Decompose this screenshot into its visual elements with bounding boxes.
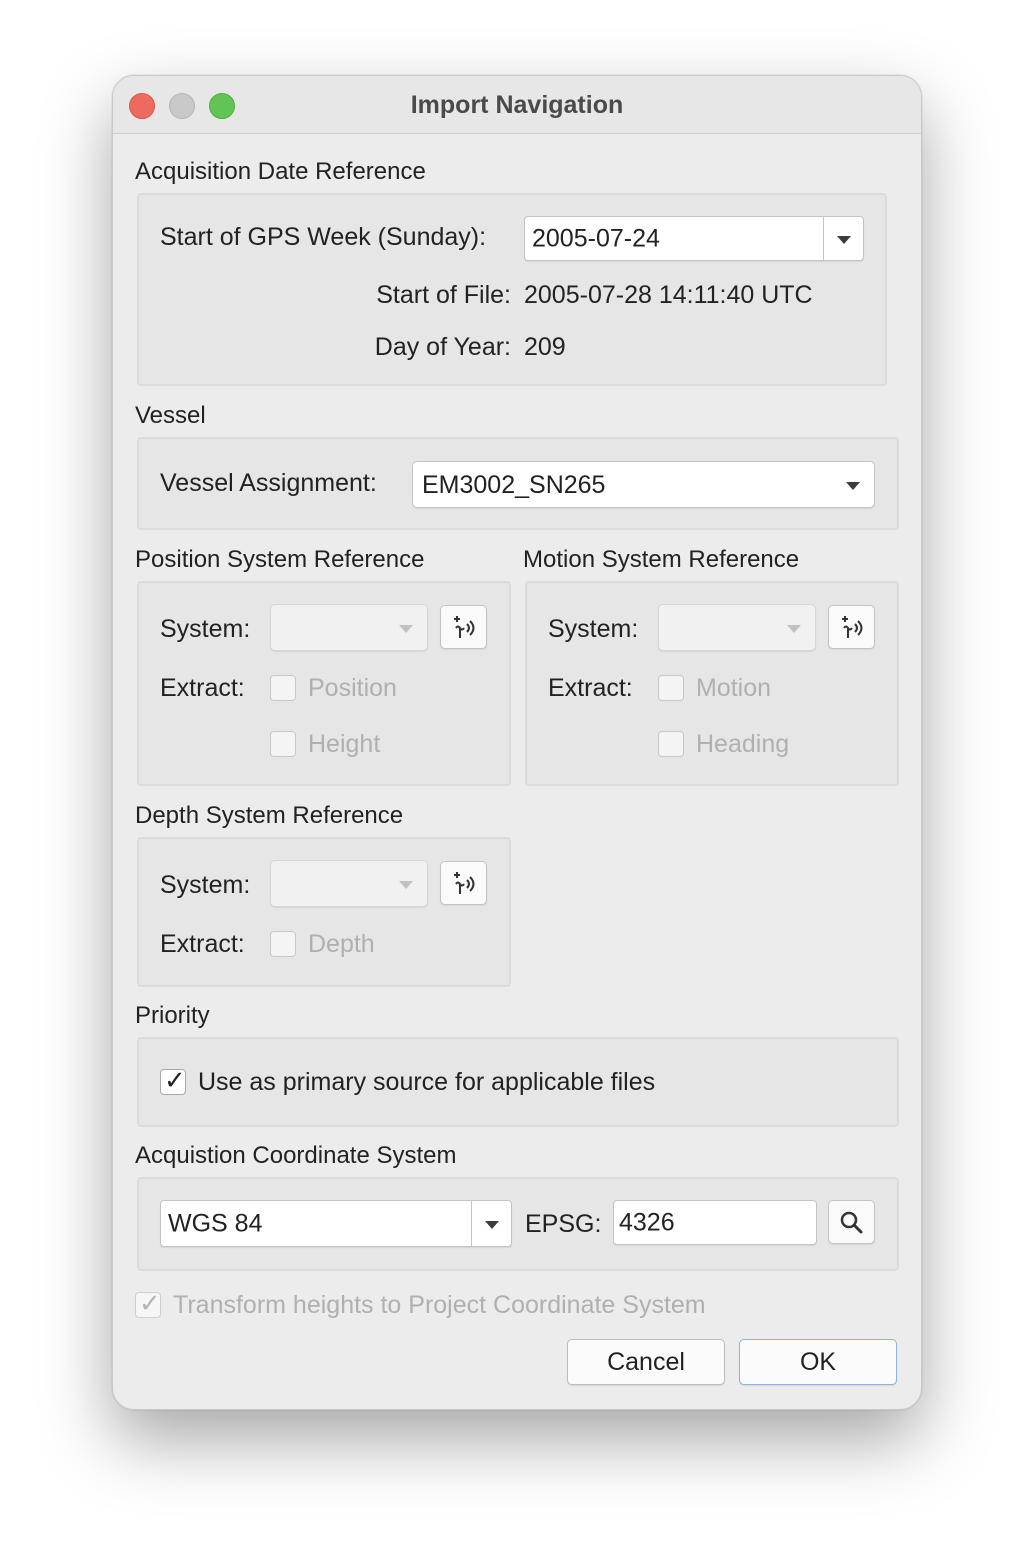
position-ref-title: Position System Reference (135, 546, 425, 573)
ok-button[interactable]: OK (739, 1339, 897, 1385)
position-checkbox[interactable] (270, 675, 296, 701)
motion-sensor-button[interactable] (828, 605, 875, 649)
transform-heights-label: Transform heights to Project Coordinate … (173, 1291, 706, 1319)
epsg-input[interactable]: 4326 (613, 1200, 817, 1245)
acquisition-date-title: Acquisition Date Reference (135, 158, 426, 185)
motion-system-select[interactable] (658, 604, 816, 651)
chevron-down-icon (485, 1220, 499, 1229)
coord-system-group: WGS 84 EPSG: 4326 (137, 1177, 899, 1271)
depth-sensor-button[interactable] (440, 861, 487, 905)
import-navigation-dialog: Import Navigation Acquisition Date Refer… (112, 75, 922, 1410)
motion-system-label: System: (548, 615, 639, 643)
vessel-group: Vessel Assignment: EM3002_SN265 (137, 437, 899, 530)
window-title: Import Navigation (410, 91, 624, 119)
chevron-down-icon (837, 235, 851, 244)
sensor-signal-icon (842, 616, 863, 638)
search-icon (840, 1211, 863, 1234)
epsg-label: EPSG: (525, 1210, 602, 1238)
gps-week-label: Start of GPS Week (Sunday): (160, 223, 487, 251)
vessel-assignment-value: EM3002_SN265 (422, 471, 606, 499)
day-of-year-label: Day of Year: (374, 333, 511, 361)
gps-week-date-field[interactable]: 2005-07-24 (524, 216, 864, 261)
depth-system-select[interactable] (270, 860, 428, 907)
motion-ref-group: System: Extract: Motion Heading (525, 581, 899, 786)
sensor-signal-icon (454, 872, 475, 894)
crs-dropdown-button[interactable] (471, 1201, 511, 1246)
crs-value: WGS 84 (168, 1209, 263, 1237)
depth-checkbox-label: Depth (308, 930, 375, 958)
motion-ref-title: Motion System Reference (523, 546, 800, 573)
position-system-select[interactable] (270, 604, 428, 651)
primary-source-checkbox[interactable]: ✓ (160, 1065, 186, 1095)
depth-ref-title: Depth System Reference (135, 802, 404, 829)
position-system-label: System: (160, 615, 251, 643)
primary-source-label: Use as primary source for applicable fil… (198, 1068, 656, 1096)
chevron-down-icon (399, 624, 413, 633)
vessel-assignment-select[interactable]: EM3002_SN265 (412, 461, 875, 508)
priority-group: ✓ Use as primary source for applicable f… (137, 1037, 899, 1127)
depth-system-label: System: (160, 871, 251, 899)
chevron-down-icon (846, 481, 860, 490)
epsg-value: 4326 (619, 1208, 675, 1236)
priority-title: Priority (135, 1002, 210, 1029)
chevron-down-icon (399, 880, 413, 889)
position-extract-label: Extract: (160, 674, 245, 702)
day-of-year-value: 209 (524, 333, 566, 361)
height-checkbox[interactable] (270, 731, 296, 757)
heading-checkbox[interactable] (658, 731, 684, 757)
height-checkbox-label: Height (308, 730, 381, 758)
checkmark-icon: ✓ (164, 1065, 186, 1095)
vessel-title: Vessel (135, 402, 206, 429)
depth-checkbox[interactable] (270, 931, 296, 957)
crs-select[interactable]: WGS 84 (160, 1200, 512, 1247)
position-sensor-button[interactable] (440, 605, 487, 649)
start-of-file-label: Start of File: (376, 281, 511, 309)
transform-heights-checkbox[interactable]: ✓ (135, 1288, 161, 1318)
heading-checkbox-label: Heading (696, 730, 790, 758)
cancel-button[interactable]: Cancel (567, 1339, 725, 1385)
depth-extract-label: Extract: (160, 930, 245, 958)
position-checkbox-label: Position (308, 674, 397, 702)
gps-week-dropdown-button[interactable] (823, 217, 863, 260)
acquisition-date-group: Start of GPS Week (Sunday): 2005-07-24 S… (137, 193, 887, 386)
start-of-file-value: 2005-07-28 14:11:40 UTC (524, 281, 813, 309)
sensor-signal-icon (454, 616, 475, 638)
motion-checkbox[interactable] (658, 675, 684, 701)
gps-week-date-value: 2005-07-24 (532, 224, 660, 252)
position-ref-group: System: Extract: Position Height (137, 581, 511, 786)
motion-checkbox-label: Motion (696, 674, 772, 702)
checkmark-icon: ✓ (139, 1288, 161, 1318)
depth-ref-group: System: Extract: Depth (137, 837, 511, 987)
search-crs-button[interactable] (828, 1200, 875, 1244)
coord-system-title: Acquistion Coordinate System (135, 1142, 457, 1169)
chevron-down-icon (787, 624, 801, 633)
vessel-assignment-label: Vessel Assignment: (160, 469, 377, 497)
title-bar: Import Navigation (113, 76, 921, 134)
motion-extract-label: Extract: (548, 674, 633, 702)
